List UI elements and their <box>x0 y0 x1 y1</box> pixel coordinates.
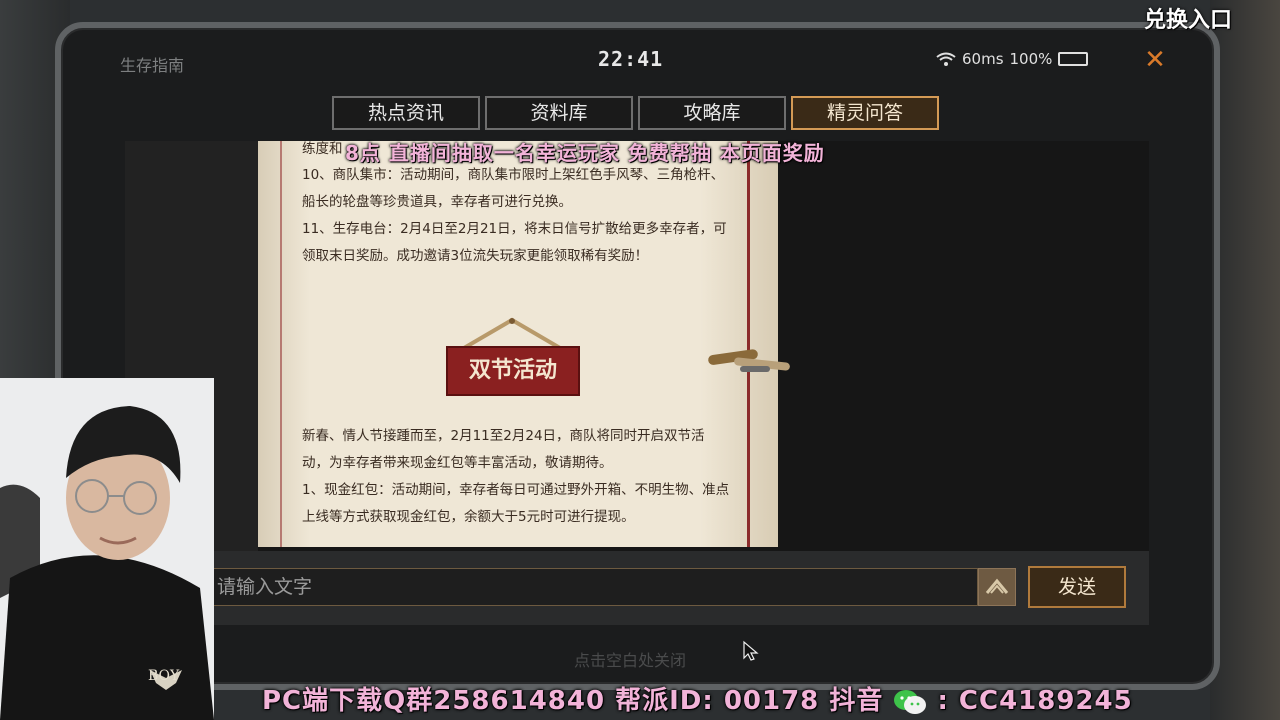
tab-database[interactable]: 资料库 <box>485 96 633 130</box>
ping-label: 60ms <box>962 50 1004 68</box>
tab-spirit-qa[interactable]: 精灵问答 <box>791 96 939 130</box>
scroll-border-left <box>280 141 282 547</box>
close-hint[interactable]: 点击空白处关闭 <box>574 647 686 671</box>
article-item-10: 10、商队集市：活动期间，商队集市限时上架红色手风琴、三角枪杆、船长的轮盘等珍贵… <box>302 167 725 210</box>
webcam-feed <box>0 378 214 720</box>
cursor-icon <box>743 640 759 661</box>
chevron-up-icon <box>985 578 1009 594</box>
tab-bar: 热点资讯 资料库 攻略库 精灵问答 <box>332 96 939 130</box>
battery-label: 100% <box>1009 50 1053 68</box>
tab-hot-news[interactable]: 热点资讯 <box>332 96 480 130</box>
article-item-11: 11、生存电台：2月4日至2月21日，将末日信号扩散给更多幸存者，可领取末日奖励… <box>302 221 727 264</box>
battery-icon <box>1058 52 1089 66</box>
article-item-1: 1、现金红包：活动期间，幸存者每日可通过野外开箱、不明生物、准点上线等方式获取现… <box>302 482 730 525</box>
stream-promo-bottom-text: PC端下载Q群258614840 帮派ID: 00178 抖音 <box>262 686 884 716</box>
article-intro: 新春、情人节接踵而至，2月11至2月24日，商队将同时开启双节活动，为幸存者带来… <box>302 428 705 471</box>
banner-rope <box>462 317 562 350</box>
section-banner: 双节活动 <box>448 348 578 394</box>
window-title: 生存指南 <box>120 56 185 75</box>
tab-guides[interactable]: 攻略库 <box>638 96 786 130</box>
stream-promo-top: 8点 直播间抽取一名幸运玩家 免费帮抽 本页面奖励 <box>345 141 825 165</box>
expand-button[interactable] <box>978 568 1016 606</box>
stream-promo-bottom: PC端下载Q群258614840 帮派ID: 00178 抖音 : CC4189… <box>262 680 1133 717</box>
background-right <box>1210 0 1280 720</box>
wechat-id: : CC4189245 <box>937 686 1133 716</box>
wechat-icon <box>894 689 927 714</box>
scroll-roll-icon <box>708 349 790 372</box>
close-icon[interactable]: ✕ <box>1141 46 1169 74</box>
wifi-icon <box>936 52 956 66</box>
streamer-image <box>0 378 214 720</box>
clock: 22:41 <box>598 47 664 71</box>
redeem-entry-label: 兑换入口 <box>1144 8 1233 33</box>
webcam-logo: BOY <box>148 668 180 684</box>
status-bar: 60ms 100% <box>936 50 1089 68</box>
message-input[interactable]: 请输入文字 <box>210 568 978 606</box>
send-button[interactable]: 发送 <box>1028 566 1126 608</box>
